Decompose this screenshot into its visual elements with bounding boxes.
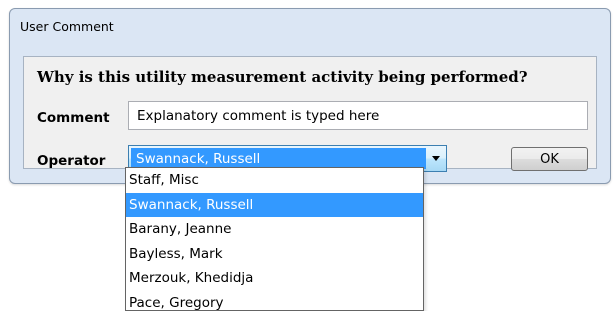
operator-option[interactable]: Barany, Jeanne [126,217,423,242]
operator-option-selected[interactable]: Swannack, Russell [126,192,423,217]
operator-option[interactable]: Merzouk, Khedidja [126,266,423,291]
operator-label: Operator [37,153,106,169]
question-heading: Why is this utility measurement activity… [37,68,528,86]
operator-selected-value: Swannack, Russell [131,148,426,169]
dialog-title-bar[interactable]: User Comment [10,9,610,43]
comment-input[interactable] [128,101,588,130]
chevron-down-icon[interactable] [432,156,440,161]
operator-option[interactable]: Staff, Misc [126,168,423,193]
operator-dropdown-list[interactable]: Staff, Misc Swannack, Russell Barany, Je… [125,167,424,311]
operator-option[interactable]: Pace, Gregory [126,291,423,311]
operator-option[interactable]: Bayless, Mark [126,242,423,267]
dialog-title: User Comment [20,18,114,34]
comment-label: Comment [37,110,110,126]
dialog-client-area: Why is this utility measurement activity… [23,56,597,172]
user-comment-dialog: User Comment Why is this utility measure… [9,8,611,184]
ok-button[interactable]: OK [511,147,588,171]
